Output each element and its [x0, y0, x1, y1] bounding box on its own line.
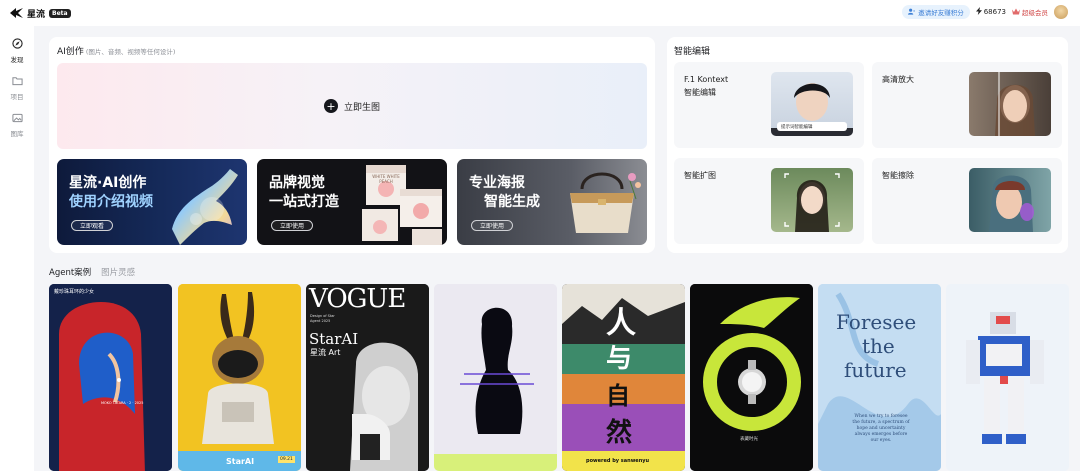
kontext-thumbnail: 提示词智能编辑 — [771, 72, 853, 136]
poster-brand: StarAI — [309, 330, 359, 348]
beta-badge: Beta — [49, 8, 71, 18]
poster-headline: the — [862, 334, 895, 358]
edit-card-label: 智能擦除 — [882, 171, 914, 180]
image-icon — [11, 113, 23, 126]
generate-image-button[interactable]: + 立即生图 — [57, 63, 647, 149]
sidebar-item-label: 图库 — [10, 130, 24, 138]
top-bar: 星流 Beta 邀请好友赚积分 68673 超级会员 — [0, 0, 1080, 26]
gallery-item[interactable] — [434, 284, 557, 471]
promo-title-line2: 智能生成 — [484, 194, 540, 210]
ai-create-subtitle: (图片、音频、视频等任何设计) — [85, 48, 176, 56]
gallery-item[interactable]: 人 与 自 然 powered by sanwenyu — [562, 284, 685, 471]
gallery-item[interactable]: Foresee the future When we try to forese… — [818, 284, 941, 471]
promo-title-line1: 星流·AI创作 — [69, 175, 147, 191]
edit-card-upscale[interactable]: 高清放大 — [872, 62, 1062, 148]
poster-char: 自 — [606, 382, 630, 410]
promo-card-brand-visual[interactable]: WHITE WHITE PEACH 品牌视觉 一站式打造 立即使用 — [257, 159, 447, 245]
edit-card-erase[interactable]: 智能擦除 — [872, 158, 1062, 244]
ai-create-title: AI创作 (图片、音频、视频等任何设计) — [57, 44, 175, 57]
tab-agent-cases[interactable]: Agent案例 — [49, 266, 91, 278]
sidebar-item-label: 发现 — [10, 56, 24, 64]
poster-footer: powered by sanwenyu — [586, 458, 650, 464]
promo-title-line1: 专业海报 — [469, 175, 525, 191]
promo-title-line2: 使用介绍视频 — [69, 194, 153, 210]
poster-footer-tag: 09.21 — [278, 456, 295, 463]
box-label: WHITE WHITE PEACH — [372, 174, 400, 184]
thumb-caption: 提示词智能编辑 — [777, 122, 847, 131]
invite-button[interactable]: 邀请好友赚积分 — [902, 5, 970, 19]
poster-headline: future — [844, 358, 907, 382]
brand-name: 星流 — [27, 9, 46, 20]
vip-button[interactable]: 超级会员 — [1012, 7, 1048, 17]
promo-title-line1: 品牌视觉 — [269, 175, 325, 191]
promo-card-poster[interactable]: 专业海报 智能生成 立即使用 — [457, 159, 647, 245]
poster-body: When we try to foresee the future, a spe… — [852, 414, 910, 443]
product-boxes-image: WHITE WHITE PEACH — [352, 159, 447, 245]
erase-thumbnail — [969, 168, 1051, 232]
outpaint-thumbnail — [771, 168, 853, 232]
use-now-button[interactable]: 立即使用 — [271, 220, 314, 231]
watch-now-button[interactable]: 立即观看 — [71, 220, 114, 231]
gallery-item[interactable]: VOGUE Design of Star Agent 2025 StarAI 星… — [306, 284, 429, 471]
poster-char: 然 — [606, 418, 633, 448]
poster-title: 戴珍珠耳环的少女 — [54, 289, 95, 295]
generate-label: 立即生图 — [343, 102, 380, 113]
edit-card-label-line1: F.1 Kontext — [684, 75, 729, 84]
edit-card-label: F.1 Kontext 智能编辑 — [684, 73, 728, 99]
invite-label: 邀请好友赚积分 — [918, 9, 964, 17]
edit-card-kontext[interactable]: F.1 Kontext 智能编辑 提示词智能编辑 — [674, 62, 864, 148]
poster-masthead: VOGUE — [309, 284, 406, 314]
gallery-item[interactable]: StarAI 09.21 — [178, 284, 301, 471]
handbag-image — [552, 159, 647, 245]
promo-title-line2: 一站式打造 — [269, 194, 339, 210]
holographic-hand-image — [152, 159, 247, 245]
lightning-icon — [975, 7, 982, 17]
poster-caption: 表藏时光 — [740, 437, 758, 442]
star-logo-icon — [10, 8, 23, 18]
poster-footer-brand: StarAI — [226, 457, 255, 466]
user-add-icon — [908, 8, 916, 17]
sidebar-item-projects[interactable]: 项目 — [0, 76, 34, 101]
compass-icon — [11, 38, 23, 52]
sidebar: 发现 项目 图库 — [0, 26, 34, 471]
gallery-item[interactable]: 戴珍珠耳环的少女 MOKO TATARA · 2 · 2025 — [49, 284, 172, 471]
points-display[interactable]: 68673 — [975, 7, 1006, 17]
smart-edit-title: 智能编辑 — [674, 47, 711, 57]
vip-label: 超级会员 — [1022, 9, 1048, 17]
upscale-thumbnail — [969, 72, 1051, 136]
smart-edit-panel: 智能编辑 F.1 Kontext 智能编辑 提示词智能编辑 高清放大 智能扩图 … — [667, 37, 1068, 253]
gallery-grid: 戴珍珠耳环的少女 MOKO TATARA · 2 · 2025 StarAI 0… — [49, 284, 1080, 471]
edit-card-outpaint[interactable]: 智能扩图 — [674, 158, 864, 244]
edit-card-label: 高清放大 — [882, 75, 914, 84]
poster-kicker: Design of Star Agent 2025 — [310, 314, 335, 323]
logo[interactable]: 星流 Beta — [10, 7, 71, 20]
poster-char: 与 — [606, 344, 633, 374]
sidebar-item-discover[interactable]: 发现 — [0, 38, 34, 64]
tab-image-inspiration[interactable]: 图片灵感 — [101, 266, 135, 278]
poster-headline: Foresee — [836, 310, 917, 334]
user-avatar[interactable] — [1054, 5, 1068, 19]
poster-brand-cn: 星流 Art — [310, 348, 341, 357]
vip-crown-icon — [1012, 8, 1020, 17]
use-now-button[interactable]: 立即使用 — [471, 220, 514, 231]
gallery-item[interactable] — [946, 284, 1069, 471]
content-tabs: Agent案例 图片灵感 — [49, 266, 135, 278]
points-value: 68673 — [983, 8, 1006, 16]
edit-card-label-line2: 智能编辑 — [684, 88, 716, 97]
gallery-item[interactable]: 表藏时光 — [690, 284, 813, 471]
edit-card-label: 智能扩图 — [684, 171, 716, 180]
plus-icon: + — [323, 99, 338, 113]
folder-icon — [11, 76, 23, 89]
sidebar-item-label: 项目 — [10, 93, 24, 101]
sidebar-item-gallery[interactable]: 图库 — [0, 113, 34, 138]
promo-card-intro-video[interactable]: 星流·AI创作 使用介绍视频 立即观看 — [57, 159, 247, 245]
poster-footer: MOKO TATARA · 2 · 2025 — [101, 401, 144, 405]
ai-create-title-text: AI创作 — [57, 47, 84, 57]
ai-create-panel: AI创作 (图片、音频、视频等任何设计) + 立即生图 星流·AI创作 使用介绍视… — [49, 37, 655, 253]
poster-char: 人 — [606, 306, 636, 341]
